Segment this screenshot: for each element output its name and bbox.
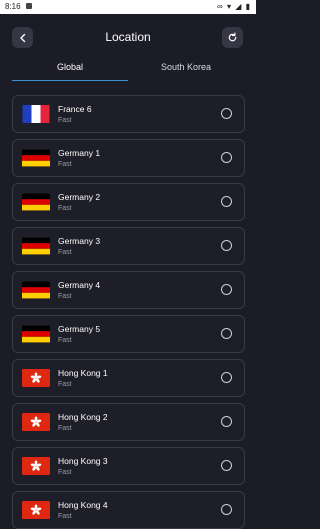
select-radio[interactable] — [221, 328, 232, 339]
hong-kong-flag-icon — [22, 413, 50, 431]
server-name: Hong Kong 3 — [58, 456, 108, 466]
hong-kong-flag-icon — [22, 457, 50, 475]
select-radio[interactable] — [221, 372, 232, 383]
server-name: Germany 5 — [58, 324, 101, 334]
tab-south-korea[interactable]: South Korea — [128, 62, 244, 72]
server-row[interactable]: Hong Kong 4 Fast — [12, 491, 245, 529]
refresh-button[interactable] — [222, 27, 243, 48]
server-speed: Fast — [58, 205, 72, 212]
hong-kong-flag-icon — [22, 369, 50, 387]
status-bar: 8:16 ∞ ▾ ◢ ▮ — [0, 0, 256, 14]
germany-flag-icon — [22, 281, 50, 299]
germany-flag-icon — [22, 149, 50, 167]
server-speed: Fast — [58, 425, 72, 432]
germany-flag-icon — [22, 325, 50, 343]
server-name: Germany 3 — [58, 236, 101, 246]
server-name: France 6 — [58, 104, 92, 114]
hong-kong-flag-icon — [22, 501, 50, 519]
status-time: 8:16 — [5, 2, 21, 11]
server-row[interactable]: Germany 1 Fast — [12, 139, 245, 177]
server-speed: Fast — [58, 117, 72, 124]
server-row[interactable]: Germany 3 Fast — [12, 227, 245, 265]
server-name: Germany 4 — [58, 280, 101, 290]
server-row[interactable]: Hong Kong 3 Fast — [12, 447, 245, 485]
select-radio[interactable] — [221, 504, 232, 515]
server-row[interactable]: Germany 2 Fast — [12, 183, 245, 221]
active-tab-indicator — [12, 80, 128, 81]
server-row[interactable]: Hong Kong 2 Fast — [12, 403, 245, 441]
server-speed: Fast — [58, 161, 72, 168]
server-name: Germany 1 — [58, 148, 101, 158]
server-name: Hong Kong 1 — [58, 368, 108, 378]
select-radio[interactable] — [221, 196, 232, 207]
select-radio[interactable] — [221, 460, 232, 471]
select-radio[interactable] — [221, 416, 232, 427]
server-speed: Fast — [58, 469, 72, 476]
server-row[interactable]: Germany 4 Fast — [12, 271, 245, 309]
location-tabs: Global South Korea — [0, 56, 256, 82]
notification-icon — [26, 3, 32, 9]
server-speed: Fast — [58, 381, 72, 388]
tab-global[interactable]: Global — [12, 62, 128, 72]
select-radio[interactable] — [221, 240, 232, 251]
france-flag-icon — [22, 105, 50, 123]
server-name: Hong Kong 2 — [58, 412, 108, 422]
server-speed: Fast — [58, 513, 72, 520]
select-radio[interactable] — [221, 284, 232, 295]
germany-flag-icon — [22, 193, 50, 211]
page-title: Location — [105, 30, 151, 44]
germany-flag-icon — [22, 237, 50, 255]
status-icons: ∞ ▾ ◢ ▮ — [217, 2, 251, 11]
server-name: Germany 2 — [58, 192, 101, 202]
server-row[interactable]: Germany 5 Fast — [12, 315, 245, 353]
server-row[interactable]: Hong Kong 1 Fast — [12, 359, 245, 397]
server-row[interactable]: France 6 Fast — [12, 95, 245, 133]
server-speed: Fast — [58, 249, 72, 256]
select-radio[interactable] — [221, 108, 232, 119]
server-speed: Fast — [58, 337, 72, 344]
server-name: Hong Kong 4 — [58, 500, 108, 510]
refresh-icon — [228, 32, 237, 42]
server-speed: Fast — [58, 293, 72, 300]
header: Location — [0, 14, 256, 60]
select-radio[interactable] — [221, 152, 232, 163]
